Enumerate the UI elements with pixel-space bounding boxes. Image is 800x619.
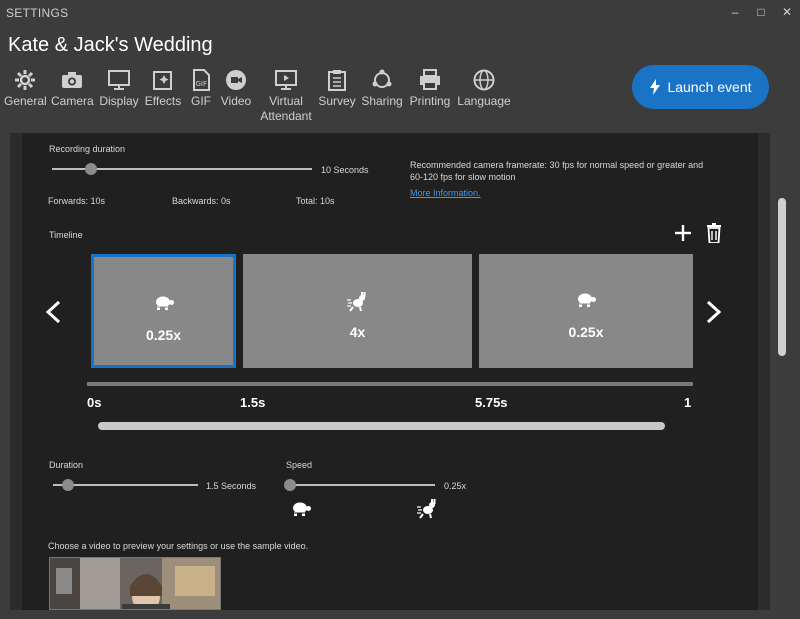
tab-label: Survey	[318, 94, 356, 108]
tab-label: General	[4, 94, 47, 108]
tab-gif[interactable]: GIF GIF	[188, 68, 214, 109]
clip-speed: 0.25x	[568, 324, 604, 340]
tab-label: Camera	[51, 94, 94, 108]
forwards-value: Forwards: 10s	[48, 196, 106, 206]
gif-file-icon: GIF	[193, 69, 210, 91]
duration-value: 1.5 Seconds	[206, 481, 257, 491]
vertical-scrollbar[interactable]	[778, 198, 786, 356]
tab-video[interactable]: Video	[220, 68, 252, 109]
video-icon	[226, 70, 246, 90]
duration-thumb[interactable]	[61, 479, 74, 491]
trash-icon[interactable]	[706, 223, 722, 243]
timeline-tick: 1	[684, 395, 692, 410]
recording-duration-thumb[interactable]	[85, 163, 97, 175]
tab-label: Effects	[144, 94, 182, 108]
duration-track[interactable]	[53, 484, 198, 486]
duration-label: Duration	[49, 460, 84, 470]
timeline-label: Timeline	[49, 230, 83, 240]
speed-track[interactable]	[290, 484, 435, 486]
minimize-button[interactable]: –	[728, 4, 742, 20]
clip-speed: 4x	[349, 324, 366, 340]
printer-icon	[420, 69, 440, 90]
more-information-link[interactable]: More Information.	[410, 188, 481, 198]
tab-label: Virtual	[269, 94, 303, 108]
clip-speed: 0.25x	[145, 327, 182, 343]
chevron-right-icon[interactable]	[705, 300, 723, 324]
timeline-ruler	[87, 382, 693, 386]
gear-icon	[15, 70, 35, 90]
monitor-icon	[108, 70, 130, 90]
video-preview-thumbnail[interactable]	[49, 557, 221, 610]
turtle-icon	[154, 296, 174, 310]
tab-printing[interactable]: Printing	[408, 68, 452, 109]
tab-label: Display	[99, 94, 139, 108]
tab-label: Sharing	[361, 94, 403, 108]
recording-duration-value: 10 Seconds	[321, 165, 369, 175]
tab-label: Language	[457, 94, 511, 108]
speed-thumb[interactable]	[284, 479, 296, 491]
tab-general[interactable]: General	[4, 68, 47, 109]
turtle-icon	[292, 502, 311, 516]
timeline-tick: 1.5s	[240, 395, 266, 410]
maximize-button[interactable]: □	[754, 4, 768, 20]
tab-language[interactable]: Language	[457, 68, 511, 109]
svg-text:GIF: GIF	[196, 80, 208, 88]
tab-label: GIF	[191, 94, 211, 108]
tab-label: Printing	[409, 94, 451, 108]
tab-camera[interactable]: Camera	[51, 68, 94, 109]
tab-effects[interactable]: Effects	[144, 68, 182, 109]
title-bar: SETTINGS – □ ✕	[0, 0, 800, 26]
event-title: Kate & Jack's Wedding	[8, 34, 213, 56]
chevron-left-icon[interactable]	[44, 300, 62, 324]
video-settings-panel: Recording duration 10 Seconds Forwards: …	[22, 133, 758, 610]
lightning-icon	[650, 79, 661, 95]
launch-event-button[interactable]: Launch event	[632, 65, 769, 109]
timeline-clip[interactable]: 0.25x	[91, 254, 236, 368]
timeline-tick: 5.75s	[475, 395, 508, 410]
preview-instructions: Choose a video to preview your settings …	[48, 541, 309, 551]
timeline-scrollbar[interactable]	[98, 422, 665, 430]
clipboard-icon	[328, 70, 346, 91]
total-value: Total: 10s	[296, 196, 335, 206]
tab-survey[interactable]: Survey	[318, 68, 356, 109]
framerate-recommendation: Recommended camera framerate: 30 fps for…	[410, 160, 704, 170]
globe-icon	[473, 69, 495, 91]
tab-virtual-attendant[interactable]: Virtual Attendant	[258, 68, 314, 124]
framerate-recommendation-line2: 60-120 fps for slow motion	[410, 172, 516, 182]
timeline-tick: 0s	[87, 395, 102, 410]
turtle-icon	[577, 293, 596, 307]
virtual-attendant-icon	[275, 70, 297, 90]
effects-icon	[153, 71, 172, 90]
backwards-value: Backwards: 0s	[172, 196, 231, 206]
timeline-clip[interactable]: 4x	[243, 254, 472, 368]
tab-display[interactable]: Display	[99, 68, 139, 109]
tab-label: Video	[220, 94, 252, 108]
launch-event-label: Launch event	[667, 79, 752, 95]
recording-duration-label: Recording duration	[49, 144, 126, 154]
rabbit-icon	[417, 499, 436, 519]
timeline-clip[interactable]: 0.25x	[479, 254, 693, 368]
panel-right-edge	[758, 133, 770, 610]
window-title: SETTINGS	[6, 6, 69, 20]
add-clip-icon[interactable]	[674, 224, 692, 242]
tab-label-line2: Attendant	[260, 109, 312, 123]
speed-label: Speed	[286, 460, 313, 470]
close-button[interactable]: ✕	[780, 4, 794, 20]
share-icon	[372, 69, 392, 88]
camera-icon	[62, 72, 82, 88]
speed-value: 0.25x	[444, 481, 467, 491]
panel-left-edge	[10, 133, 22, 610]
preview-image	[50, 558, 220, 609]
rabbit-icon	[346, 292, 365, 312]
tab-sharing[interactable]: Sharing	[361, 68, 403, 109]
